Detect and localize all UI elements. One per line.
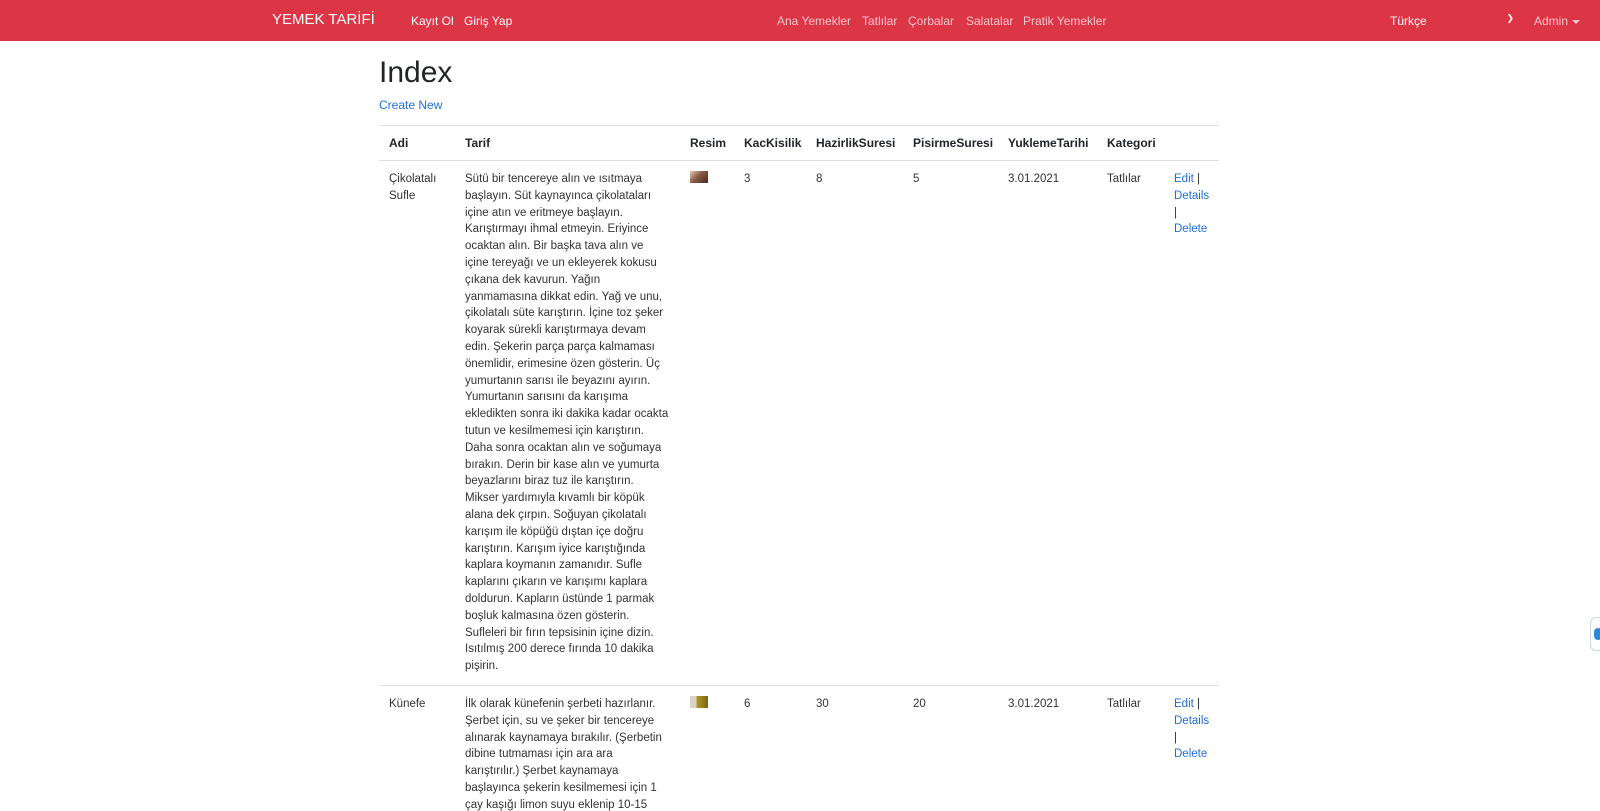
brand-link[interactable]: YEMEK TARİFİ [272,11,375,28]
nav-salatalar[interactable]: Salatalar [966,14,1013,28]
separator: | [1197,697,1201,710]
cell-kackisilik: 6 [734,684,806,811]
admin-dropdown[interactable]: Admin [1534,14,1581,28]
side-feedback-tab[interactable] [1590,617,1600,651]
cell-hazirliksuresi: 8 [806,160,903,686]
edit-link[interactable]: Edit [1174,698,1194,710]
cell-adi: Çikolatalı Sufle [379,160,455,686]
header-resim: Resim [680,125,734,161]
cell-resim [680,160,734,686]
table-header-row: Adi Tarif Resim KacKisilik HazirlikSures… [379,125,1219,161]
cell-hazirliksuresi: 30 [806,684,903,811]
separator: | [1174,731,1177,744]
nav-pratik-yemekler[interactable]: Pratik Yemekler [1023,14,1106,28]
details-link[interactable]: Details [1174,190,1209,202]
cell-kategori: Tatlılar [1097,160,1164,686]
recipe-thumbnail[interactable] [690,695,708,708]
caret-down-icon [1572,19,1581,24]
cell-yuklemetarihi: 3.01.2021 [998,684,1097,811]
recipes-table: Adi Tarif Resim KacKisilik HazirlikSures… [379,125,1219,811]
cell-actions: Edit | Details | Delete [1164,684,1219,811]
separator: | [1197,173,1201,185]
header-adi: Adi [379,125,455,161]
chevron-down-icon: ❯ [1506,13,1514,23]
cell-tarif: İlk olarak künefenin şerbeti hazırlanır.… [455,684,680,811]
recipe-thumbnail[interactable] [690,171,708,183]
details-link[interactable]: Details [1174,715,1209,727]
header-hazirliksuresi: HazirlikSuresi [806,125,903,161]
cell-tarif: Sütü bir tencereye alın ve ısıtmaya başl… [455,160,680,686]
delete-link[interactable]: Delete [1174,748,1207,760]
cell-resim [680,684,734,811]
page-title: Index [379,56,453,89]
admin-label: Admin [1534,14,1569,28]
language-select[interactable]: Türkçe ❯ [1386,9,1514,33]
cell-kategori: Tatlılar [1097,684,1164,811]
header-tarif: Tarif [455,125,680,161]
header-yuklemetarihi: YuklemeTarihi [998,125,1097,161]
table-row: Künefe İlk olarak künefenin şerbeti hazı… [379,684,1219,811]
feedback-icon [1594,628,1600,640]
cell-yuklemetarihi: 3.01.2021 [998,160,1097,686]
nav-ana-yemekler[interactable]: Ana Yemekler [777,14,851,28]
table-row: Çikolatalı Sufle Sütü bir tencereye alın… [379,160,1219,686]
nav-corbalar[interactable]: Çorbalar [908,14,954,28]
header-actions [1164,125,1219,161]
cell-kackisilik: 3 [734,160,806,686]
edit-link[interactable]: Edit [1174,173,1194,185]
delete-link[interactable]: Delete [1174,223,1207,235]
top-navbar: YEMEK TARİFİ Kayıt Ol Giriş Yap Ana Yeme… [0,0,1600,41]
nav-tatlilar[interactable]: Tatlılar [862,14,897,28]
header-kackisilik: KacKisilik [734,125,806,161]
login-link[interactable]: Giriş Yap [464,14,512,28]
language-value: Türkçe [1390,14,1427,28]
register-link[interactable]: Kayıt Ol [411,14,454,28]
cell-actions: Edit | Details | Delete [1164,160,1219,686]
create-new-link[interactable]: Create New [379,98,442,112]
cell-adi: Künefe [379,684,455,811]
cell-pisirmesuresi: 5 [903,160,998,686]
header-kategori: Kategori [1097,125,1164,161]
separator: | [1174,206,1177,219]
cell-pisirmesuresi: 20 [903,684,998,811]
header-pisirmesuresi: PisirmeSuresi [903,125,998,161]
